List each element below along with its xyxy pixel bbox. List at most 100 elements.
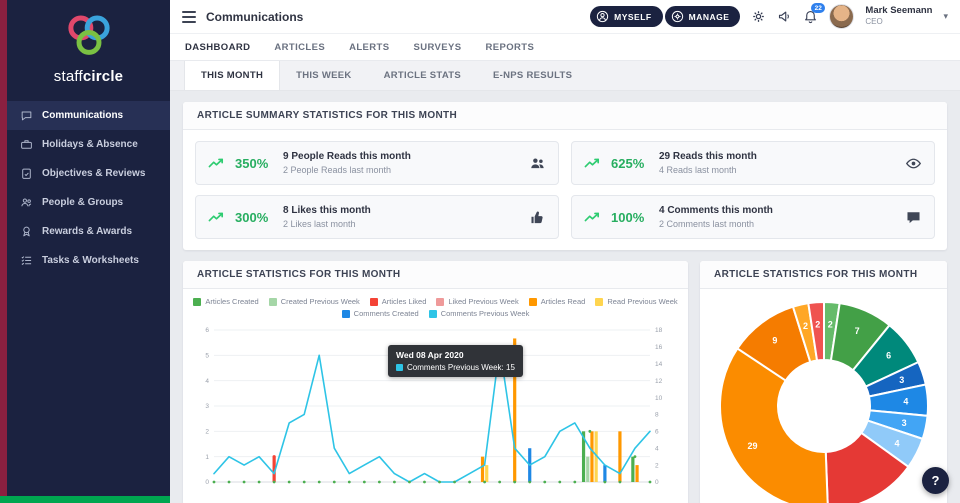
stat-sub: 2 Likes last month (283, 218, 356, 229)
svg-text:2: 2 (655, 462, 659, 469)
legend-item: Comments Created (341, 309, 419, 318)
avatar[interactable] (829, 4, 855, 29)
svg-text:8: 8 (655, 412, 659, 419)
tab-reports[interactable]: REPORTS (486, 42, 535, 53)
legend-swatch (268, 297, 277, 306)
stat-tile-people-reads: 350% 9 People Reads this month 2 People … (195, 141, 559, 185)
sidebar-item-label: Communications (42, 110, 124, 121)
svg-text:5: 5 (205, 353, 209, 360)
comment-icon (905, 209, 922, 226)
chart-tooltip: Wed 08 Apr 2020 Comments Previous Week: … (388, 345, 523, 377)
sidebar-item-rewards[interactable]: Rewards & Awards (7, 217, 170, 246)
subtab-enps-results[interactable]: E-NPS RESULTS (477, 61, 588, 90)
sub-tabs: THIS MONTH THIS WEEK ARTICLE STATS E-NPS… (170, 61, 960, 91)
staffcircle-logo-icon (67, 15, 110, 55)
svg-text:16: 16 (655, 344, 663, 351)
sidebar-item-objectives[interactable]: Objectives & Reviews (7, 159, 170, 188)
svg-text:6: 6 (205, 327, 209, 334)
megaphone-icon[interactable] (777, 9, 792, 24)
help-button[interactable]: ? (922, 467, 949, 494)
bell-icon[interactable]: 22 (803, 3, 826, 24)
sidebar-bottom-accent (0, 496, 170, 503)
legend-item: Read Previous Week (595, 297, 678, 306)
sidebar-item-tasks[interactable]: Tasks & Worksheets (7, 246, 170, 275)
people-icon (20, 196, 33, 209)
manage-circle-icon (671, 10, 683, 23)
svg-text:18: 18 (655, 327, 663, 334)
subtab-article-stats[interactable]: ARTICLE STATS (368, 61, 477, 90)
eye-icon (905, 155, 922, 172)
stat-percent: 625% (611, 155, 645, 171)
staffcircle-wordmark: staffcircle (53, 68, 124, 85)
topbar-actions: MYSELF MANAGE 22 Mark Seemann CEO ▾ (590, 3, 948, 29)
main-content: ARTICLE SUMMARY STATISTICS FOR THIS MONT… (170, 91, 960, 503)
legend-swatch (369, 297, 378, 306)
svg-text:14: 14 (655, 361, 663, 368)
svg-text:3: 3 (205, 403, 209, 410)
svg-text:6: 6 (886, 351, 891, 361)
stat-percent: 300% (235, 209, 269, 225)
legend-swatch (528, 297, 537, 306)
stat-sub: 2 People Reads last month (283, 164, 392, 175)
summary-card-title: ARTICLE SUMMARY STATISTICS FOR THIS MONT… (183, 102, 947, 130)
svg-text:2: 2 (803, 321, 808, 331)
summary-stats-grid: 350% 9 People Reads this month 2 People … (183, 130, 947, 250)
stat-sub: 4 Reads last month (659, 164, 737, 175)
manage-button[interactable]: MANAGE (664, 6, 741, 27)
people-icon (529, 155, 546, 172)
tab-articles[interactable]: ARTICLES (274, 42, 325, 53)
legend-item: Created Previous Week (268, 297, 360, 306)
legend-item: Articles Read (528, 297, 585, 306)
stat-main: 4 Comments this month (659, 205, 773, 217)
svg-text:3: 3 (899, 375, 904, 385)
sidebar-item-people[interactable]: People & Groups (7, 188, 170, 217)
tab-surveys[interactable]: SURVEYS (413, 42, 461, 53)
svg-text:2: 2 (815, 319, 820, 329)
stat-sub: 2 Comments last month (659, 218, 755, 229)
myself-button[interactable]: MYSELF (590, 6, 663, 27)
svg-text:6: 6 (655, 429, 659, 436)
summary-card: ARTICLE SUMMARY STATISTICS FOR THIS MONT… (183, 102, 947, 250)
subtab-this-week[interactable]: THIS WEEK (280, 61, 367, 90)
svg-text:4: 4 (903, 396, 908, 406)
sidebar-item-holidays[interactable]: Holidays & Absence (7, 130, 170, 159)
svg-text:1: 1 (205, 454, 209, 461)
svg-text:2: 2 (205, 429, 209, 436)
legend-item: Articles Created (193, 297, 259, 306)
legend-swatch (436, 297, 445, 306)
notification-badge: 22 (811, 3, 826, 13)
subtab-this-month[interactable]: THIS MONTH (184, 61, 281, 90)
sidebar: staffcircle Communications Holidays & Ab… (0, 0, 170, 503)
trend-up-icon (208, 212, 224, 222)
donut-chart[interactable]: 27634342992 2 (712, 294, 936, 503)
sidebar-item-communications[interactable]: Communications (7, 101, 170, 130)
tab-dashboard[interactable]: DASHBOARD (185, 42, 250, 53)
topbar: Communications MYSELF MANAGE 22 Mark See… (170, 0, 960, 34)
stat-main: 8 Likes this month (283, 205, 371, 217)
donut-chart-card: ARTICLE STATISTICS FOR THIS MONTH 276343… (700, 261, 947, 503)
main-tabs: DASHBOARD ARTICLES ALERTS SURVEYS REPORT… (170, 34, 960, 61)
legend-item: Comments Previous Week (428, 309, 529, 318)
person-circle-icon (597, 10, 609, 23)
chevron-down-icon[interactable]: ▾ (943, 11, 948, 22)
trend-up-icon (208, 158, 224, 168)
stat-tile-reads: 625% 29 Reads this month 4 Reads last mo… (571, 141, 935, 185)
sidebar-item-label: Tasks & Worksheets (42, 255, 139, 266)
tooltip-series-swatch (396, 364, 403, 371)
user-menu[interactable]: Mark Seemann CEO (865, 6, 932, 27)
trend-up-icon (584, 212, 600, 222)
user-role: CEO (865, 17, 883, 27)
menu-icon[interactable] (182, 10, 196, 23)
tab-alerts[interactable]: ALERTS (349, 42, 389, 53)
page-title: Communications (206, 9, 304, 24)
stat-percent: 100% (611, 209, 645, 225)
svg-text:2: 2 (827, 319, 832, 329)
stat-main: 29 Reads this month (659, 151, 757, 163)
svg-text:0: 0 (205, 479, 209, 486)
staffcircle-logo: staffcircle (7, 0, 170, 95)
legend-swatch (595, 297, 604, 306)
gear-icon[interactable] (751, 9, 766, 24)
svg-text:0: 0 (655, 479, 659, 486)
sidebar-item-label: Objectives & Reviews (42, 168, 146, 179)
legend-swatch (428, 309, 437, 318)
